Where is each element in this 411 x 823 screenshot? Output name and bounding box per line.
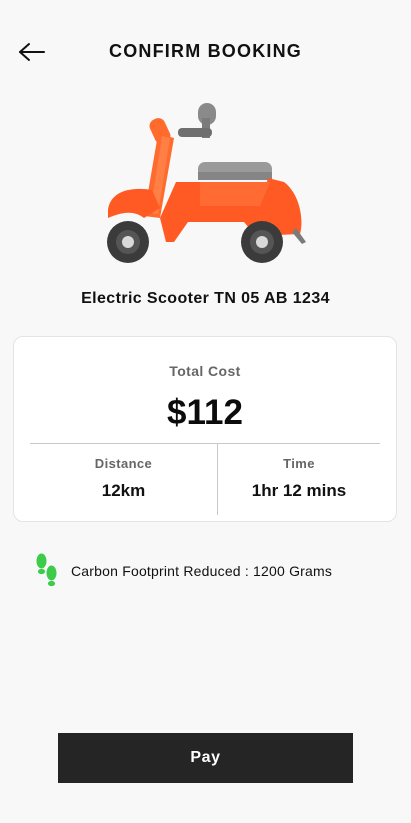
scooter-image bbox=[100, 98, 312, 268]
cost-card: Total Cost $112 Distance 12km Time 1hr 1… bbox=[13, 336, 397, 522]
total-cost-label: Total Cost bbox=[169, 363, 241, 379]
footprints-icon bbox=[36, 553, 57, 587]
time-value: 1hr 12 mins bbox=[251, 481, 347, 500]
pay-button[interactable]: Pay bbox=[58, 733, 353, 783]
scooter-illustration bbox=[107, 103, 306, 263]
time-label: Time bbox=[283, 456, 315, 471]
distance-stat: Distance 12km bbox=[30, 443, 217, 515]
total-cost-value: $112 bbox=[167, 393, 243, 432]
distance-label: Distance bbox=[94, 456, 153, 471]
carbon-footprint-row: Carbon Footprint Reduced : 1200 Grams bbox=[34, 552, 332, 590]
carbon-footprint-text: Carbon Footprint Reduced : 1200 Grams bbox=[71, 563, 333, 579]
distance-value: 12km bbox=[101, 481, 146, 500]
page-title: CONFIRM BOOKING bbox=[109, 41, 302, 61]
vehicle-name: Electric Scooter TN 05 AB 1234 bbox=[81, 290, 330, 307]
time-stat: Time 1hr 12 mins bbox=[218, 443, 380, 515]
header: CONFIRM BOOKING bbox=[0, 32, 411, 72]
confirm-booking-screen: CONFIRM BOOKING Electric Scooter TN 05 A… bbox=[0, 0, 411, 823]
